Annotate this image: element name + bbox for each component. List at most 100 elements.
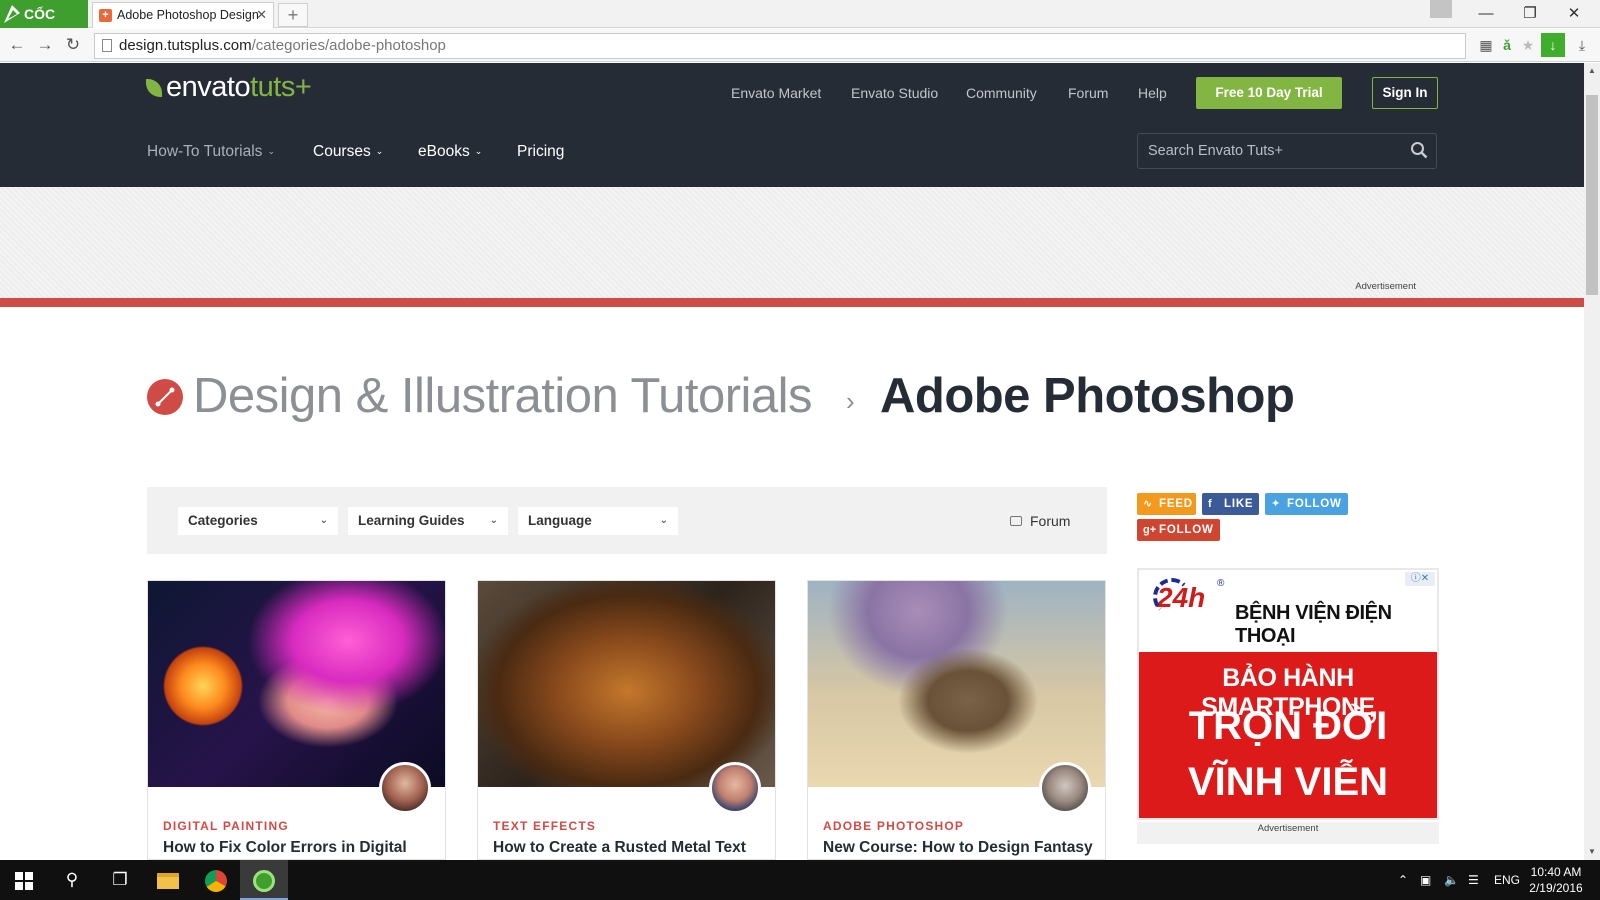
translate-icon[interactable]: ▦ [1476,35,1496,55]
logo-envato: envato [166,71,251,103]
language-dropdown-label: Language [528,513,592,528]
learning-guides-dropdown-label: Learning Guides [358,513,465,528]
language-dropdown[interactable]: Language ⌄ [518,507,678,535]
tutorial-thumbnail-image[interactable] [148,581,445,787]
close-window-button[interactable]: ✕ [1552,0,1596,28]
scroll-up-icon[interactable]: ▲ [1584,63,1600,79]
tutorial-thumbnail-image[interactable] [808,581,1105,787]
tutorial-card[interactable]: ADOBE PHOTOSHOP New Course: How to Desig… [807,580,1106,860]
volume-icon[interactable]: 🔈 [1444,860,1459,900]
ad-logo-ring-icon [1153,578,1191,616]
scrollbar-thumb[interactable] [1586,95,1598,295]
language-indicator[interactable]: ENG [1494,860,1520,900]
gplus-follow-label: FOLLOW [1159,524,1214,536]
breadcrumb-separator-icon: › [846,386,855,416]
tutorial-card[interactable]: DIGITAL PAINTING How to Fix Color Errors… [147,580,446,860]
feed-button[interactable]: ∿ FEED [1137,493,1196,515]
reload-icon[interactable]: ↻ [62,35,84,55]
google-plus-icon: g+ [1143,524,1157,536]
twitter-follow-button[interactable]: ✦ FOLLOW [1265,493,1348,515]
tutorial-thumbnail-image[interactable] [478,581,775,787]
coccoc-taskbar-icon[interactable] [240,860,288,900]
ad-line-3: VĨNH VIỄN [1187,760,1389,804]
author-avatar[interactable] [379,762,431,814]
nav-help[interactable]: Help [1138,85,1167,101]
learning-guides-dropdown[interactable]: Learning Guides ⌄ [348,507,508,535]
nav-pricing[interactable]: Pricing [517,143,564,161]
facebook-like-button[interactable]: f LIKE [1202,493,1259,515]
forum-chat-icon [1010,516,1022,526]
search-placeholder: Search Envato Tuts+ [1148,143,1284,159]
nav-how-to-tutorials[interactable]: How-To Tutorials ⌄ [147,143,275,161]
facebook-icon: f [1208,498,1212,510]
new-tab-button[interactable]: + [278,3,308,27]
envato-tuts-logo[interactable]: envatotuts+ [146,71,312,104]
ad-choices-icon[interactable]: ⓘ✕ [1405,572,1435,586]
card-title[interactable]: How to Fix Color Errors in Digital [163,839,407,857]
windows-start-icon[interactable] [0,860,48,900]
ad-brand-logo: 24h [1153,578,1205,616]
search-input[interactable]: Search Envato Tuts+ [1137,133,1437,169]
minimize-button[interactable]: — [1464,0,1508,28]
tray-chevron-up-icon[interactable]: ⌃ [1398,860,1408,900]
vietnamese-input-icon[interactable]: ǎ [1497,35,1517,55]
download-green-icon[interactable]: ↓ [1541,33,1565,57]
address-toolbar: ← → ↻ design.tutsplus.com/categories/ado… [0,29,1600,62]
url-input[interactable]: design.tutsplus.com/categories/adobe-pho… [94,33,1466,59]
back-arrow-icon[interactable]: ← [6,35,28,55]
coccoc-logo-icon [4,5,20,23]
downloads-icon[interactable]: ⤓ [1572,35,1592,55]
nav-envato-market[interactable]: Envato Market [731,85,821,101]
forum-link[interactable]: Forum [1010,507,1070,535]
card-category[interactable]: TEXT EFFECTS [493,819,596,833]
ad-registered-mark: ® [1217,578,1225,589]
coccoc-menu-button[interactable]: CỐC CỐC [0,0,88,50]
chevron-down-icon: ⌄ [474,146,483,156]
network-icon[interactable]: ▣ [1420,860,1431,900]
page-scrollbar[interactable]: ▲ ▼ [1584,63,1600,860]
system-clock[interactable]: 10:40 AM 2/19/2016 [1520,864,1592,896]
nav-community[interactable]: Community [966,85,1037,101]
card-category[interactable]: ADOBE PHOTOSHOP [823,819,964,833]
top-ad-banner: Advertisement [0,187,1584,298]
browser-tab-active[interactable]: + Adobe Photoshop Design ✕ [92,2,274,28]
free-trial-button[interactable]: Free 10 Day Trial [1196,77,1342,109]
nav-envato-studio[interactable]: Envato Studio [851,85,938,101]
author-avatar[interactable] [709,762,761,814]
scroll-down-icon[interactable]: ▼ [1584,844,1600,860]
file-explorer-icon[interactable] [144,860,192,900]
sign-in-button[interactable]: Sign In [1372,77,1438,109]
bookmark-star-icon[interactable]: ★ [1518,35,1538,55]
author-avatar[interactable] [1039,762,1091,814]
breadcrumb-parent[interactable]: Design & Illustration Tutorials [193,368,813,424]
chevron-down-icon: ⌄ [375,146,384,156]
googleplus-follow-button[interactable]: g+ FOLLOW [1137,519,1220,541]
profile-icon[interactable] [1430,0,1452,18]
chrome-icon[interactable] [192,860,240,900]
tutorial-card[interactable]: TEXT EFFECTS How to Create a Rusted Meta… [477,580,776,860]
ad-line-2: TRỌN ĐỜI [1188,704,1388,748]
card-category[interactable]: DIGITAL PAINTING [163,819,289,833]
restore-button[interactable]: ❐ [1508,0,1552,28]
categories-dropdown[interactable]: Categories ⌄ [178,507,338,535]
nav-forum[interactable]: Forum [1068,85,1108,101]
tab-close-icon[interactable]: ✕ [256,3,267,27]
task-view-icon[interactable]: ❐ [96,860,144,900]
nav-how-to-tutorials-label: How-To Tutorials [147,143,263,160]
nav-courses[interactable]: Courses ⌄ [313,143,383,161]
search-icon[interactable] [1410,141,1428,159]
logo-tuts: tuts+ [250,71,312,103]
site-header: envatotuts+ Envato Market Envato Studio … [0,63,1584,187]
card-title[interactable]: How to Create a Rusted Metal Text [493,839,746,857]
envato-leaf-icon [146,79,162,97]
feed-label: FEED [1159,498,1193,510]
chevron-down-icon: ⌄ [489,515,498,526]
forward-arrow-icon[interactable]: → [34,35,56,55]
nav-ebooks[interactable]: eBooks ⌄ [418,143,482,161]
notifications-icon[interactable]: ☰ [1468,860,1479,900]
taskbar-search-icon[interactable]: ⚲ [48,860,96,900]
windows-logo-icon [15,871,33,890]
card-title[interactable]: New Course: How to Design Fantasy [823,839,1093,857]
sidebar-ad[interactable]: 24h ® BỆNH VIỆN ĐIỆN THOẠI BẢO HÀNH SMAR… [1137,568,1439,820]
chevron-down-icon: ⌄ [659,515,668,526]
